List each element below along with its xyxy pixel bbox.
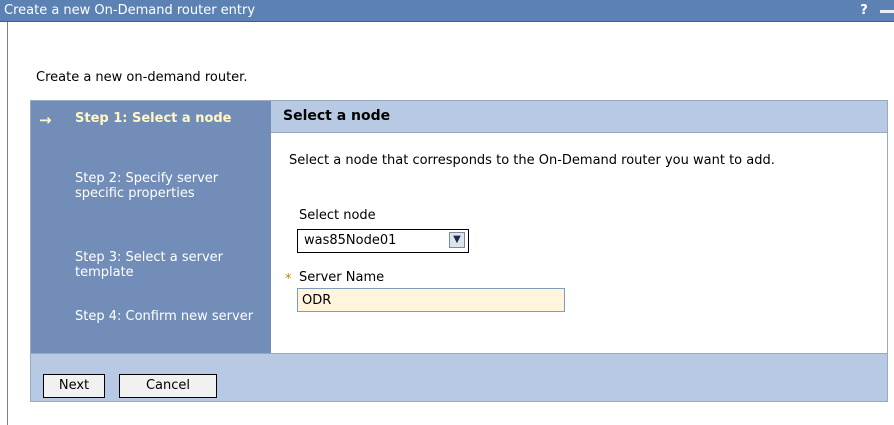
server-name-label: Server Name bbox=[299, 270, 385, 285]
step-4: Step 4: Confirm new server bbox=[75, 309, 254, 324]
panel-description: Select a node that corresponds to the On… bbox=[289, 153, 775, 168]
select-node-label: Select node bbox=[299, 208, 376, 223]
step-1: Step 1: Select a node bbox=[75, 111, 232, 126]
help-icon[interactable]: ? bbox=[856, 3, 872, 19]
left-divider bbox=[7, 22, 8, 425]
step-2: Step 2: Specify server specific properti… bbox=[75, 171, 219, 201]
panel-title: Select a node bbox=[271, 101, 887, 133]
window-title: Create a new On-Demand router entry bbox=[4, 3, 256, 18]
window-titlebar: Create a new On-Demand router entry bbox=[0, 0, 894, 22]
cancel-button[interactable]: Cancel bbox=[119, 374, 217, 398]
minimize-icon[interactable] bbox=[880, 10, 894, 13]
chevron-down-icon[interactable]: ▼ bbox=[449, 232, 465, 248]
arrow-right-icon: → bbox=[39, 111, 52, 129]
wizard-steps: → Step 1: Select a node Step 2: Specify … bbox=[31, 101, 271, 353]
intro-text: Create a new on-demand router. bbox=[36, 70, 248, 85]
wizard: → Step 1: Select a node Step 2: Specify … bbox=[30, 100, 888, 402]
step-3: Step 3: Select a server template bbox=[75, 250, 224, 280]
node-select-value: was85Node01 bbox=[304, 233, 397, 248]
server-name-input[interactable] bbox=[297, 288, 565, 312]
wizard-footer: Next Cancel bbox=[31, 353, 887, 401]
node-select[interactable]: was85Node01 ▼ bbox=[297, 229, 469, 253]
required-asterisk-icon: * bbox=[285, 272, 292, 287]
next-button[interactable]: Next bbox=[43, 374, 105, 398]
